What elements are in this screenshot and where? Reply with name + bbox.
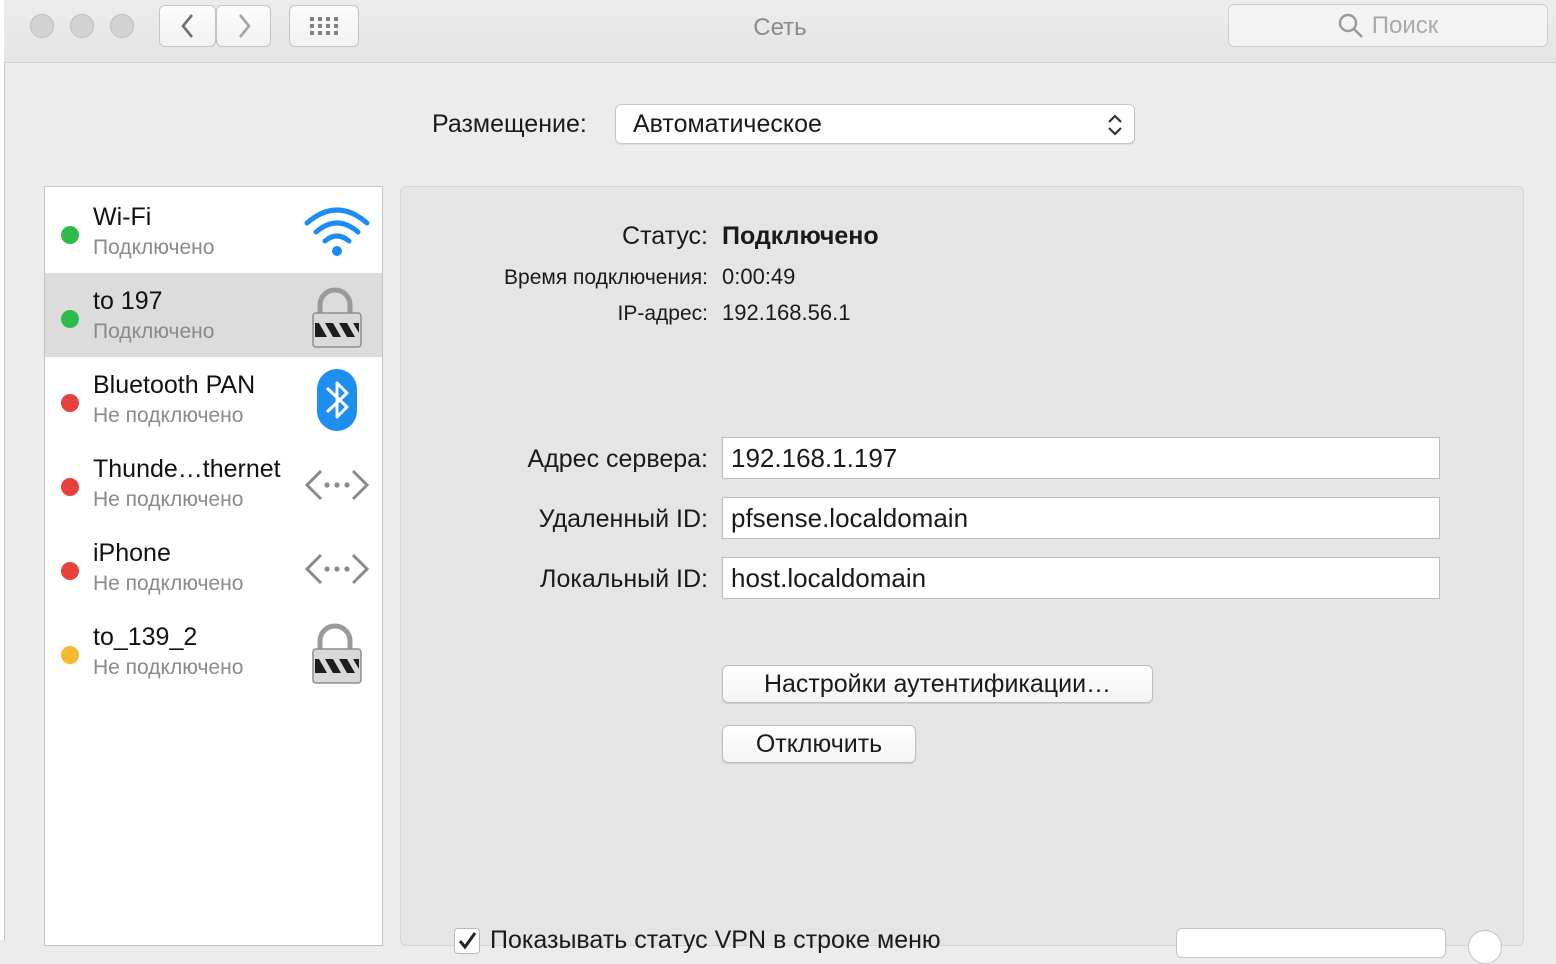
wifi-icon bbox=[304, 207, 370, 256]
bluetooth-icon bbox=[317, 369, 357, 431]
ip-value: 192.168.56.1 bbox=[722, 300, 851, 325]
location-label: Размещение: bbox=[432, 110, 587, 138]
vpn-lock-icon bbox=[312, 623, 362, 684]
background-window-edge bbox=[0, 0, 5, 940]
checkmark-icon bbox=[458, 932, 477, 950]
service-item-to-139-2[interactable]: to_139_2 Не подключено bbox=[45, 609, 382, 693]
service-name: Thunde…thernet bbox=[93, 455, 281, 483]
connect-time-value: 0:00:49 bbox=[722, 264, 796, 289]
status-dot bbox=[61, 310, 79, 328]
advanced-button[interactable] bbox=[1176, 928, 1446, 958]
service-status: Подключено bbox=[93, 320, 215, 343]
server-address-value: 192.168.1.197 bbox=[731, 442, 898, 473]
show-vpn-status-label: Показывать статус VPN в строке меню bbox=[490, 926, 941, 954]
vpn-lock-icon bbox=[312, 287, 362, 348]
status-dot bbox=[61, 478, 79, 496]
status-dot bbox=[61, 394, 79, 412]
service-item-thunderbolt-ethernet[interactable]: Thunde…thernet Не подключено bbox=[45, 441, 382, 525]
server-address-label: Адрес сервера: bbox=[527, 445, 708, 473]
service-item-wifi[interactable]: Wi-Fi Подключено bbox=[45, 189, 382, 273]
service-status: Не подключено bbox=[93, 488, 244, 511]
show-vpn-status-checkbox[interactable] bbox=[454, 928, 480, 954]
local-id-field[interactable]: host.localdomain bbox=[722, 557, 1440, 599]
location-value: Автоматическое bbox=[633, 109, 822, 138]
chevron-updown-icon bbox=[1108, 114, 1122, 136]
search-placeholder: Поиск bbox=[1371, 11, 1439, 39]
service-name: Wi-Fi bbox=[93, 203, 152, 231]
remote-id-value: pfsense.localdomain bbox=[731, 502, 969, 533]
server-address-field[interactable]: 192.168.1.197 bbox=[722, 437, 1440, 479]
service-name: Bluetooth PAN bbox=[93, 371, 256, 399]
status-dot bbox=[61, 226, 79, 244]
ethernet-arrows-icon bbox=[304, 553, 370, 585]
search-icon bbox=[1338, 13, 1363, 38]
service-item-iphone[interactable]: iPhone Не подключено bbox=[45, 525, 382, 609]
disconnect-button[interactable]: Отключить bbox=[722, 725, 916, 763]
service-status: Не подключено bbox=[93, 404, 244, 427]
service-status: Не подключено bbox=[93, 572, 244, 595]
service-item-bluetooth-pan[interactable]: Bluetooth PAN Не подключено bbox=[45, 357, 382, 441]
connect-time-label: Время подключения: bbox=[504, 266, 708, 289]
window-toolbar: Сеть Поиск bbox=[4, 0, 1556, 63]
status-value: Подключено bbox=[722, 222, 879, 250]
local-id-value: host.localdomain bbox=[731, 562, 927, 593]
remote-id-label: Удаленный ID: bbox=[538, 505, 708, 533]
service-status: Подключено bbox=[93, 236, 215, 259]
local-id-label: Локальный ID: bbox=[540, 565, 708, 593]
authentication-settings-button[interactable]: Настройки аутентификации… bbox=[722, 665, 1153, 703]
remote-id-field[interactable]: pfsense.localdomain bbox=[722, 497, 1440, 539]
status-dot bbox=[61, 646, 79, 664]
ethernet-arrows-icon bbox=[304, 469, 370, 501]
service-name: to 197 bbox=[93, 287, 163, 315]
service-item-to-197[interactable]: to 197 Подключено bbox=[45, 273, 382, 357]
status-label: Статус: bbox=[622, 222, 708, 250]
status-dot bbox=[61, 562, 79, 580]
search-field[interactable]: Поиск bbox=[1228, 4, 1548, 47]
help-button[interactable] bbox=[1468, 930, 1502, 964]
ip-label: IP-адрес: bbox=[617, 302, 708, 325]
service-list: Wi-Fi Подключено to 197 Подключено Bluet… bbox=[44, 186, 383, 946]
service-name: to_139_2 bbox=[93, 623, 198, 651]
location-select[interactable]: Автоматическое bbox=[615, 104, 1135, 144]
service-status: Не подключено bbox=[93, 656, 244, 679]
service-name: iPhone bbox=[93, 539, 171, 567]
